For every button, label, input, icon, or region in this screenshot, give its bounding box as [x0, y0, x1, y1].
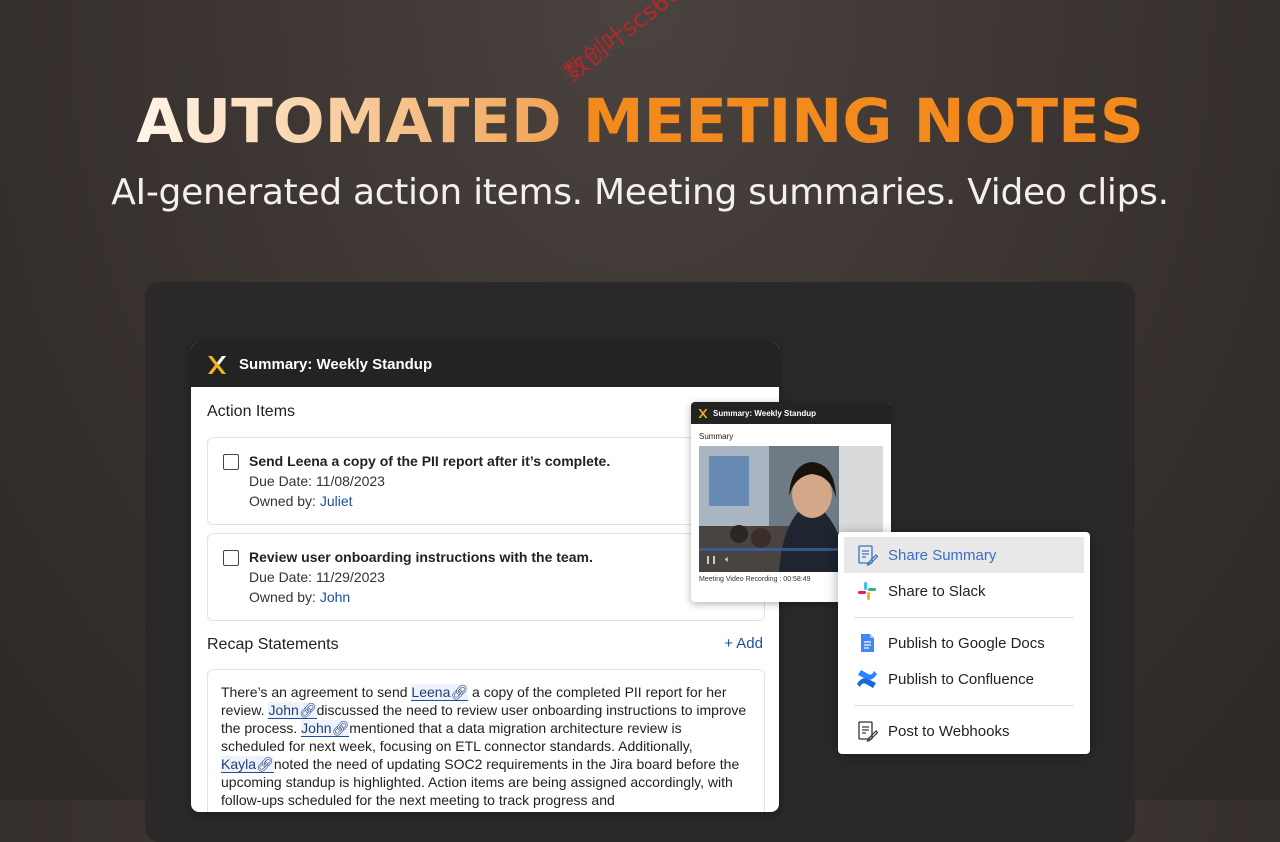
due-label: Due Date:: [249, 569, 313, 585]
link-icon: 🔗︎: [331, 720, 350, 736]
link-icon: 🔗︎: [256, 756, 274, 772]
action-item-owner: Owned by: Juliet: [249, 493, 353, 509]
summary-card-header: Summary: Weekly Standup: [191, 342, 779, 387]
confluence-icon: [856, 668, 878, 690]
post-webhooks-item[interactable]: Post to Webhooks: [844, 713, 1084, 749]
mention-name: John: [301, 720, 332, 736]
add-recap-button[interactable]: + Add: [724, 635, 763, 652]
due-date: 11/08/2023: [315, 473, 385, 489]
menu-label: Share to Slack: [888, 582, 986, 600]
video-caption: Meeting Video Recording : 00:58:49: [699, 576, 811, 583]
recap-box: There’s an agreement to send Leena🔗︎ a c…: [207, 669, 765, 812]
mention-name: Leena: [411, 684, 451, 700]
mini-summary-label: Summary: [699, 432, 734, 441]
action-item-title: Send Leena a copy of the PII report afte…: [249, 453, 611, 469]
hero-title-part2-text: MEETING NOTES: [582, 86, 1144, 157]
share-summary-item[interactable]: Share Summary: [844, 537, 1084, 573]
owner-label: Owned by:: [249, 589, 316, 605]
action-item-due: Due Date: 11/29/2023: [249, 569, 385, 585]
summary-card-title: Summary: Weekly Standup: [239, 356, 433, 373]
hero-title-part1: AUTOMATED: [136, 86, 562, 157]
action-item-checkbox[interactable]: [223, 454, 239, 470]
menu-label: Publish to Confluence: [888, 670, 1034, 688]
add-label: Add: [736, 635, 763, 652]
mention-link[interactable]: Kayla🔗︎: [221, 756, 274, 773]
app-logo-icon: [697, 408, 708, 419]
menu-label: Post to Webhooks: [888, 722, 1010, 740]
menu-divider: [854, 705, 1074, 706]
share-menu: Share Summary Share to Slack Publish to …: [838, 532, 1090, 754]
mention-link[interactable]: Leena🔗︎: [411, 684, 469, 701]
menu-divider: [854, 617, 1074, 618]
publish-confluence-item[interactable]: Publish to Confluence: [844, 661, 1084, 697]
menu-label: Publish to Google Docs: [888, 634, 1045, 652]
recap-text-segment: There’s an agreement to send: [221, 684, 412, 700]
share-slack-item[interactable]: Share to Slack: [844, 573, 1084, 609]
slack-icon: [856, 580, 878, 602]
mention-name: John: [268, 702, 299, 718]
webhook-icon: [856, 720, 879, 742]
share-summary-icon: [856, 544, 879, 566]
due-date: 11/29/2023: [315, 569, 385, 585]
mini-card-header: Summary: Weekly Standup: [691, 402, 891, 424]
owner-link[interactable]: Juliet: [320, 493, 353, 509]
action-item: Review user onboarding instructions with…: [207, 533, 765, 621]
hero-title-part2: MEETING NOTES: [562, 86, 1144, 157]
action-item: Send Leena a copy of the PII report afte…: [207, 437, 765, 525]
action-item-owner: Owned by: John: [249, 589, 350, 605]
mention-link[interactable]: John🔗︎: [268, 702, 317, 719]
recap-text-segment: noted the need of updating SOC2 requirem…: [221, 756, 740, 808]
publish-google-docs-item[interactable]: Publish to Google Docs: [844, 625, 1084, 661]
google-docs-icon: [856, 632, 878, 654]
hero-title: AUTOMATED MEETING NOTES: [0, 86, 1280, 158]
pause-icon[interactable]: [707, 556, 715, 564]
action-items-heading: Action Items: [207, 403, 296, 420]
due-label: Due Date:: [249, 473, 313, 489]
hero-subtitle: AI-generated action items. Meeting summa…: [111, 172, 1169, 213]
mention-name: Kayla: [221, 756, 257, 772]
volume-icon[interactable]: 🔈︎: [725, 555, 730, 565]
action-item-due: Due Date: 11/08/2023: [249, 473, 385, 489]
action-item-title: Review user onboarding instructions with…: [249, 549, 593, 565]
link-icon: 🔗︎: [298, 702, 317, 718]
action-item-checkbox[interactable]: [223, 550, 239, 566]
owner-label: Owned by:: [249, 493, 316, 509]
mention-link[interactable]: John🔗︎: [301, 720, 350, 737]
recap-heading: Recap Statements: [207, 636, 339, 653]
plus-icon: +: [724, 635, 733, 652]
link-icon: 🔗︎: [450, 684, 469, 700]
watermark: 数创叶scs66: [558, 0, 687, 87]
mini-card-title: Summary: Weekly Standup: [713, 408, 816, 418]
recap-text: There’s an agreement to send Leena🔗︎ a c…: [221, 683, 749, 809]
menu-label: Share Summary: [888, 546, 997, 564]
app-logo-icon: [205, 354, 227, 376]
owner-link[interactable]: John: [320, 589, 350, 605]
